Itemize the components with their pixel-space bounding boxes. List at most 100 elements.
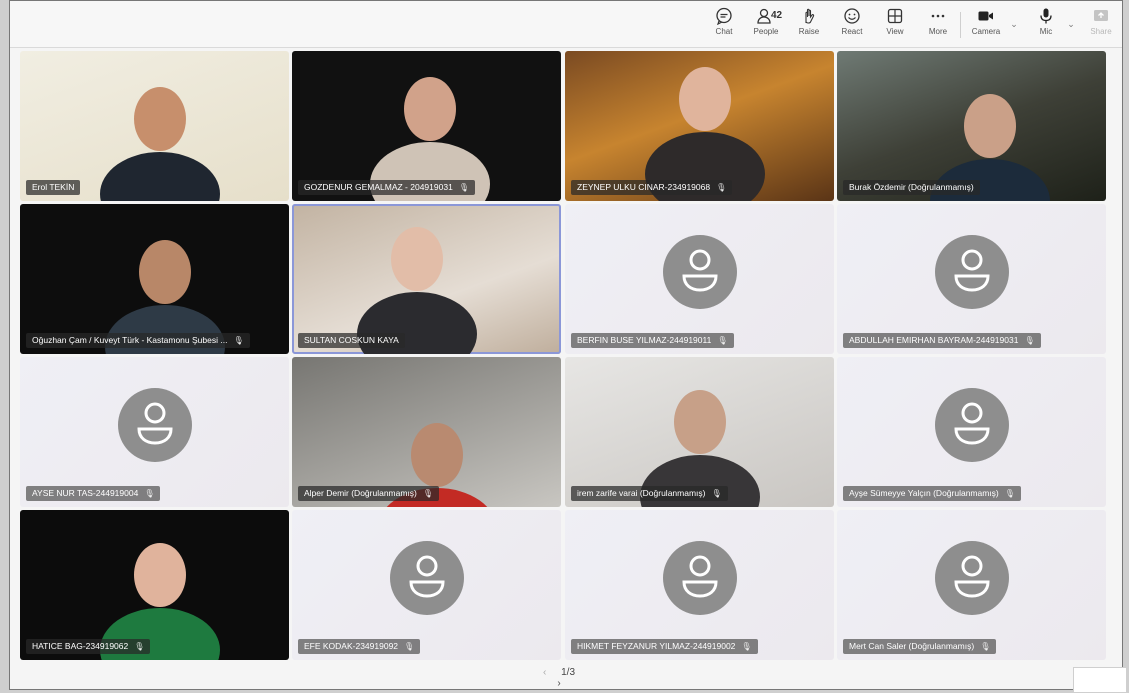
participant-video (100, 543, 220, 660)
participant-name-tag: HATICE BAG-234919062 🎙 (26, 639, 151, 654)
next-page-chevron-icon[interactable]: › (551, 678, 566, 689)
participant-name: irem zarife varai (Doğrulanmamış) (577, 488, 706, 498)
camera-button[interactable]: Camera (966, 7, 1006, 36)
mic-label: Mic (1039, 27, 1053, 36)
avatar-placeholder-icon (117, 388, 192, 462)
participant-video (105, 240, 225, 354)
participant-name: Oğuzhan Çam / Kuveyt Türk - Kastamonu Şu… (32, 335, 228, 345)
mic-muted-icon: 🎙 (404, 642, 415, 651)
participant-name-tag: HIKMET FEYZANUR YILMAZ-244919002 🎙 (571, 639, 758, 654)
share-label: Share (1090, 27, 1112, 36)
participant-tile[interactable]: Ayşe Sümeyye Yalçın (Doğrulanmamış) 🎙 (837, 357, 1106, 507)
participant-tile[interactable]: Mert Can Saler (Doğrulanmamış) 🎙 (837, 510, 1106, 660)
participant-name: ABDULLAH EMIRHAN BAYRAM-244919031 (849, 335, 1019, 345)
participant-name: Alper Demir (Doğrulanmamış) (304, 488, 417, 498)
participant-tile[interactable]: Burak Özdemir (Doğrulanmamış) (837, 51, 1106, 201)
mic-muted-icon: 🎙 (458, 183, 469, 192)
participant-tile[interactable]: ABDULLAH EMIRHAN BAYRAM-244919031 🎙 (837, 204, 1106, 354)
mic-muted-icon: 🎙 (144, 489, 155, 498)
people-count: 42 (771, 10, 783, 21)
mic-muted-icon: 🎙 (1024, 336, 1035, 345)
toolbar-divider (960, 12, 961, 38)
mic-muted-icon: 🎙 (716, 183, 727, 192)
participant-video (930, 94, 1050, 201)
participant-tile[interactable]: HIKMET FEYZANUR YILMAZ-244919002 🎙 (565, 510, 834, 660)
participant-video (386, 423, 488, 507)
participant-name-tag: ABDULLAH EMIRHAN BAYRAM-244919031 🎙 (843, 333, 1041, 348)
more-label: More (928, 27, 948, 36)
participant-tile[interactable]: EFE KODAK-234919092 🎙 (292, 510, 561, 660)
grid-view-icon (887, 8, 903, 24)
mic-muted-icon: 🎙 (233, 336, 244, 345)
participant-name-tag: GOZDENUR GEMALMAZ - 204919031 🎙 (298, 180, 475, 195)
participant-name-tag: SULTAN COSKUN KAYA (298, 333, 405, 348)
participant-name-tag: ZEYNEP ULKU CINAR-234919068 🎙 (571, 180, 733, 195)
participant-video (640, 390, 760, 507)
self-view-thumbnail[interactable] (1073, 667, 1127, 693)
share-screen-icon (1094, 10, 1108, 21)
mic-muted-icon: 🎙 (1004, 489, 1015, 498)
participant-name: Burak Özdemir (Doğrulanmamış) (849, 182, 974, 192)
participant-name: BERFIN BUSE YILMAZ-244919011 (577, 335, 712, 345)
mic-muted-icon: 🎙 (741, 642, 752, 651)
view-button[interactable]: View (875, 7, 915, 36)
participant-tile[interactable]: Erol TEKİN (20, 51, 289, 201)
participant-name-tag: Oğuzhan Çam / Kuveyt Türk - Kastamonu Şu… (26, 333, 250, 348)
participant-name: GOZDENUR GEMALMAZ - 204919031 (304, 182, 453, 192)
participant-name: Ayşe Sümeyye Yalçın (Doğrulanmamış) (849, 488, 999, 498)
participant-tile[interactable]: HATICE BAG-234919062 🎙 (20, 510, 289, 660)
avatar-placeholder-icon (934, 388, 1009, 462)
more-dots-icon (931, 14, 945, 18)
page-indicator: 1/3 (561, 667, 576, 678)
mic-muted-icon: 🎙 (134, 642, 145, 651)
participant-tile[interactable]: BERFIN BUSE YILMAZ-244919011 🎙 (565, 204, 834, 354)
participant-name-tag: BERFIN BUSE YILMAZ-244919011 🎙 (571, 333, 734, 348)
participant-tile[interactable]: irem zarife varai (Doğrulanmamış) 🎙 (565, 357, 834, 507)
participant-name: HIKMET FEYZANUR YILMAZ-244919002 (577, 641, 736, 651)
participant-video (645, 67, 765, 201)
mic-muted-icon: 🎙 (980, 642, 991, 651)
meeting-window: Chat 42 People Raise React View More Cam… (9, 0, 1123, 690)
participant-tile[interactable]: AYSE NUR TAS-244919004 🎙 (20, 357, 289, 507)
participant-name-tag: EFE KODAK-234919092 🎙 (298, 639, 421, 654)
raise-label: Raise (798, 27, 820, 36)
react-button[interactable]: React (832, 7, 872, 36)
participant-tile[interactable]: Alper Demir (Doğrulanmamış) 🎙 (292, 357, 561, 507)
chat-button[interactable]: Chat (704, 7, 744, 36)
camera-options-chevron-icon[interactable]: ⌄ (1009, 19, 1019, 29)
participant-tile[interactable]: ZEYNEP ULKU CINAR-234919068 🎙 (565, 51, 834, 201)
raise-hand-button[interactable]: Raise (789, 7, 829, 36)
avatar-placeholder-icon (934, 235, 1009, 309)
chat-label: Chat (715, 27, 733, 36)
participant-tile[interactable]: GOZDENUR GEMALMAZ - 204919031 🎙 (292, 51, 561, 201)
participant-name-tag: Ayşe Sümeyye Yalçın (Doğrulanmamış) 🎙 (843, 486, 1021, 501)
people-button[interactable]: 42 People (746, 7, 786, 36)
camera-label: Camera (971, 27, 1001, 36)
share-button[interactable]: Share (1081, 7, 1121, 36)
people-label: People (753, 27, 779, 36)
avatar-placeholder-icon (662, 235, 737, 309)
participant-name: Erol TEKİN (32, 182, 75, 192)
participant-name-tag: irem zarife varai (Doğrulanmamış) 🎙 (571, 486, 728, 501)
participant-tile[interactable]: SULTAN COSKUN KAYA (292, 204, 561, 354)
avatar-placeholder-icon (662, 541, 737, 615)
more-button[interactable]: More (918, 7, 958, 36)
smiley-icon (844, 8, 860, 24)
participant-name: SULTAN COSKUN KAYA (304, 335, 399, 345)
participant-video (370, 77, 490, 201)
participant-name: AYSE NUR TAS-244919004 (32, 488, 139, 498)
meeting-toolbar: Chat 42 People Raise React View More Cam… (10, 1, 1122, 48)
microphone-icon (1040, 8, 1052, 24)
mic-muted-icon: 🎙 (711, 489, 722, 498)
mic-button[interactable]: Mic (1026, 7, 1066, 36)
view-label: View (886, 27, 904, 36)
chat-icon (716, 7, 732, 25)
mic-options-chevron-icon[interactable]: ⌄ (1066, 19, 1076, 29)
participant-name-tag: Mert Can Saler (Doğrulanmamış) 🎙 (843, 639, 997, 654)
participant-tile[interactable]: Oğuzhan Çam / Kuveyt Türk - Kastamonu Şu… (20, 204, 289, 354)
camera-icon (978, 11, 993, 21)
avatar-placeholder-icon (934, 541, 1009, 615)
prev-page-chevron-icon[interactable]: ‹ (537, 667, 552, 678)
participant-video (100, 87, 220, 201)
mic-muted-icon: 🎙 (422, 489, 434, 498)
